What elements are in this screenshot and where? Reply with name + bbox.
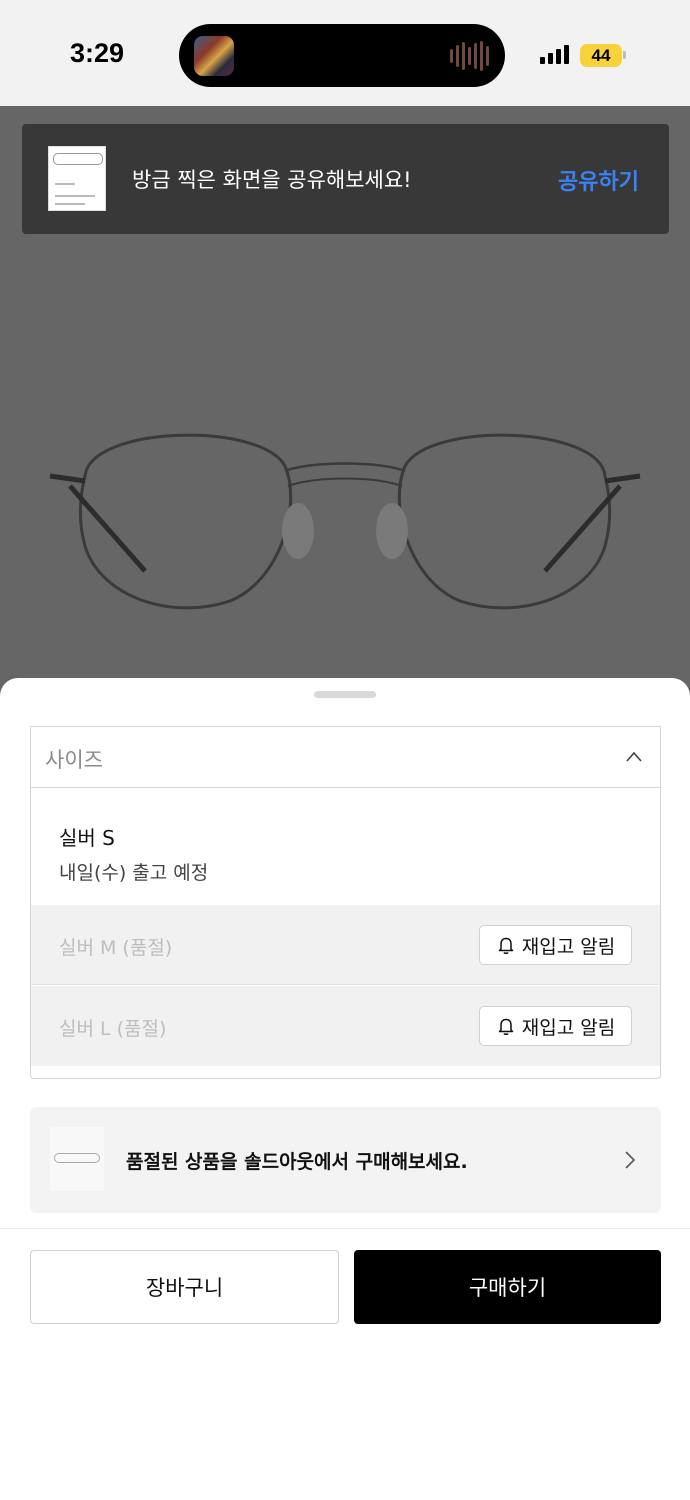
size-option-silver-l: 실버 L (품절) 재입고 알림 [31, 986, 660, 1066]
size-select-label: 사이즈 [45, 748, 103, 772]
screenshot-share-toast: 방금 찍은 화면을 공유해보세요! 공유하기 [22, 124, 669, 234]
bell-icon [498, 1018, 514, 1035]
thumbnail-line [55, 183, 75, 185]
option-ship-date: 내일(수) 출고 예정 [59, 862, 209, 884]
share-button[interactable]: 공유하기 [558, 164, 639, 196]
sheet-drag-handle[interactable] [314, 691, 376, 698]
restock-alert-label: 재입고 알림 [521, 1016, 616, 1039]
status-bar: 3:29 44 [0, 0, 690, 106]
thumbnail-glasses [53, 153, 103, 165]
size-option-silver-s[interactable]: 실버 S 내일(수) 출고 예정 [31, 788, 660, 905]
dynamic-island[interactable] [179, 24, 505, 87]
now-playing-artwork [194, 36, 234, 76]
option-name: 실버 L (품절) [59, 1018, 167, 1040]
bell-icon [498, 937, 514, 954]
option-name: 실버 S [59, 826, 115, 850]
chevron-right-icon [625, 1151, 636, 1169]
toast-message: 방금 찍은 화면을 공유해보세요! [132, 168, 412, 192]
glasses-product-image [49, 433, 641, 610]
status-time: 3:29 [70, 38, 125, 68]
thumbnail-line [55, 203, 85, 205]
restock-alert-button[interactable]: 재입고 알림 [479, 925, 632, 965]
audio-waveform-icon [450, 41, 489, 71]
thumbnail-glasses [54, 1153, 100, 1163]
screenshot-thumbnail[interactable] [48, 146, 106, 211]
banner-product-thumbnail [50, 1127, 104, 1191]
thumbnail-line [55, 195, 95, 197]
divider [0, 1228, 690, 1229]
restock-alert-label: 재입고 알림 [521, 935, 616, 958]
banner-text: 품절된 상품을 솔드아웃에서 구매해보세요. [126, 1151, 468, 1173]
size-option-list: 실버 S 내일(수) 출고 예정 실버 M (품절) 재입고 알림 실버 L (… [30, 787, 661, 1079]
chevron-up-icon [626, 751, 642, 762]
option-name: 실버 M (품절) [59, 937, 173, 959]
option-bottom-sheet: 사이즈 실버 S 내일(수) 출고 예정 실버 M (품절) 재입고 알림 실버… [0, 678, 690, 1500]
add-to-cart-button[interactable]: 장바구니 [30, 1250, 339, 1324]
size-option-silver-m: 실버 M (품절) 재입고 알림 [31, 905, 660, 985]
cellular-signal-icon [540, 44, 569, 64]
size-select[interactable]: 사이즈 [30, 726, 661, 788]
soldout-marketplace-banner[interactable]: 품절된 상품을 솔드아웃에서 구매해보세요. [30, 1107, 661, 1213]
restock-alert-button[interactable]: 재입고 알림 [479, 1006, 632, 1046]
buy-now-button[interactable]: 구매하기 [354, 1250, 661, 1324]
battery-icon: 44 [580, 44, 622, 67]
battery-tip [623, 51, 626, 59]
